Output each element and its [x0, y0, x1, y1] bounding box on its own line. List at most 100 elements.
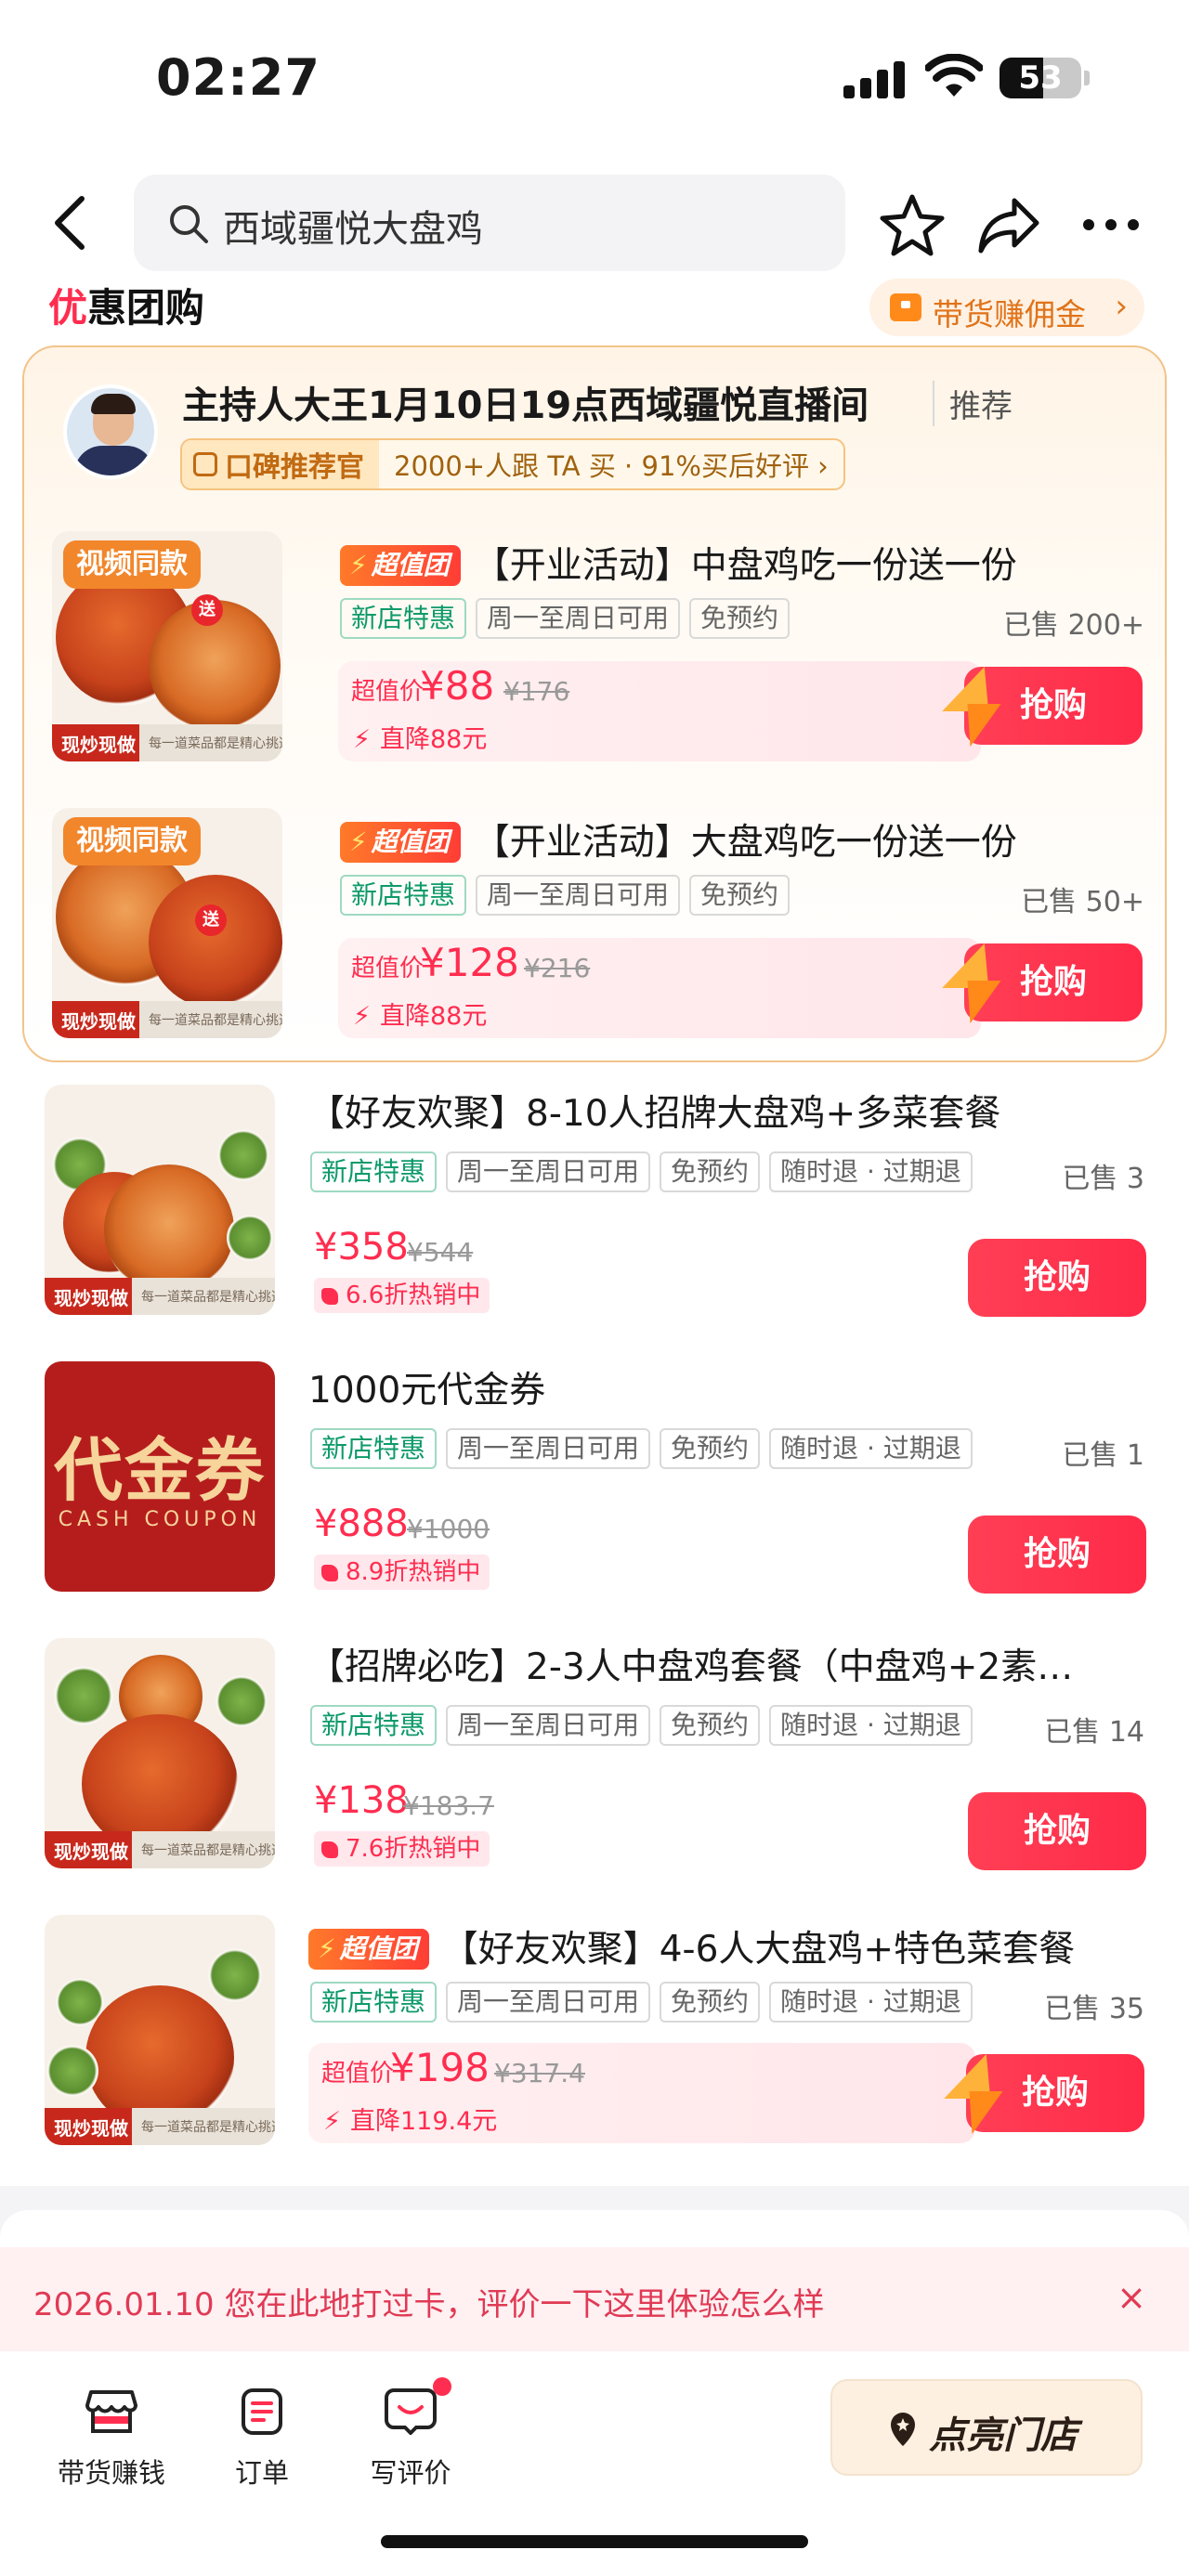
price: ¥358	[314, 1226, 409, 1268]
signal-icon	[843, 61, 907, 98]
video-tag: 视频同款	[63, 540, 201, 589]
sold-count: 已售 3	[1062, 1163, 1144, 1195]
deal-title: 【招牌必吃】2-3人中盘鸡套餐（中盘鸡+2素…	[308, 1646, 1074, 1688]
write-review-button[interactable]: 写评价	[336, 2351, 485, 2509]
super-deal-badge: ⚡ 超值团	[340, 822, 461, 863]
avatar[interactable]	[63, 384, 158, 479]
deal-title: ⚡ 超值团 【开业活动】中盘鸡吃一份送一份	[340, 537, 1017, 589]
deal-title: ⚡ 超值团 【开业活动】大盘鸡吃一份送一份	[340, 813, 1017, 865]
tag-icon	[321, 1841, 338, 1858]
buy-button[interactable]: 抢购	[968, 1792, 1146, 1870]
deal-title: 【好友欢聚】8-10人招牌大盘鸡+多菜套餐	[308, 1093, 1001, 1135]
review-icon	[385, 2388, 437, 2435]
lightning-icon: ⚡	[353, 1002, 371, 1031]
deal-item[interactable]: 现炒现做 每一道菜品都是精心挑选 【好友欢聚】8-10人招牌大盘鸡+多菜套餐 新店…	[45, 1085, 1146, 1317]
deal-thumbnail: 现炒现做 每一道菜品都是精心挑选	[45, 1638, 275, 1868]
bag-icon	[890, 293, 921, 321]
deal-item[interactable]: 现炒现做 每一道菜品都是精心挑选 ⚡ 超值团 【好友欢聚】4-6人大盘鸡+特色菜套餐 …	[45, 1915, 1144, 2147]
discount-text: ⚡ 直降88元	[353, 1002, 488, 1031]
orders-icon	[242, 2388, 282, 2435]
checkin-text: 2026.01.10 您在此地打过卡，评价一下这里体验怎么样	[33, 2286, 825, 2323]
battery-icon: 53	[1000, 58, 1081, 98]
deal-tags: 新店特惠 周一至周日可用 免预约 随时退 · 过期退	[310, 1982, 973, 2023]
sold-count: 已售 1	[1062, 1439, 1144, 1472]
price: ¥88	[420, 663, 495, 709]
price-box: 超值价 ¥88 ¥176 ⚡ 直降88元	[338, 661, 981, 761]
super-deal-badge: ⚡ 超值团	[308, 1929, 429, 1970]
notification-dot	[433, 2377, 451, 2396]
badge-stats: 2000+人跟 TA 买 · 91%买后好评 ›	[394, 450, 829, 482]
search-input[interactable]: 西域疆悦大盘鸡	[134, 175, 845, 271]
location-pin-icon	[891, 2413, 915, 2446]
buy-button[interactable]: 抢购	[968, 1516, 1146, 1594]
deal-thumbnail: 现炒现做 每一道菜品都是精心挑选	[45, 1915, 275, 2145]
buy-button[interactable]: 抢购	[966, 2054, 1144, 2132]
original-price: ¥317.4	[494, 2058, 585, 2088]
home-indicator[interactable]	[381, 2535, 808, 2548]
hot-sale-badge: 6.6折热销中	[314, 1278, 490, 1313]
tag-icon	[321, 1288, 338, 1305]
badge-icon	[193, 452, 217, 476]
buy-button[interactable]: 抢购	[968, 1239, 1146, 1317]
deal-tags: 新店特惠 周一至周日可用 免预约	[340, 875, 790, 916]
original-price: ¥176	[503, 676, 570, 707]
commission-button[interactable]: 带货赚佣金 ›	[869, 279, 1144, 336]
super-deal-badge: ⚡ 超值团	[340, 545, 461, 586]
coupon-thumbnail: 代金券 CASH COUPON	[45, 1361, 275, 1592]
search-text: 西域疆悦大盘鸡	[223, 208, 483, 251]
hot-sale-badge: 7.6折热销中	[314, 1831, 490, 1867]
host-recommendation-card: 主持人大王1月10日19点西域疆悦直播间 推荐 口碑推荐官 2000+人跟 TA…	[22, 345, 1167, 1062]
deal-tags: 新店特惠 周一至周日可用 免预约 随时退 · 过期退	[310, 1151, 973, 1192]
tag-icon	[321, 1565, 338, 1581]
deal-thumbnail: 送 视频同款 现炒现做 每一道菜品都是精心挑选	[52, 808, 282, 1038]
video-tag: 视频同款	[63, 817, 201, 865]
deal-item[interactable]: 送 视频同款 现炒现做 每一道菜品都是精心挑选 ⚡ 超值团 【开业活动】大盘鸡吃一份送…	[52, 808, 1144, 1040]
host-title[interactable]: 主持人大王1月10日19点西域疆悦直播间	[182, 375, 869, 429]
sold-count: 已售 14	[1044, 1716, 1144, 1749]
top-nav: 西域疆悦大盘鸡	[0, 167, 1189, 279]
deal-item[interactable]: 送 视频同款 现炒现做 每一道菜品都是精心挑选 ⚡ 超值团 【开业活动】中盘鸡吃一份送…	[52, 531, 1144, 763]
back-icon[interactable]	[45, 193, 100, 253]
price: ¥138	[314, 1779, 409, 1822]
price: ¥198	[390, 2045, 490, 2090]
earn-button[interactable]: 带货赚钱	[37, 2351, 186, 2509]
more-icon[interactable]	[1078, 191, 1144, 258]
close-icon[interactable]: ×	[1117, 2277, 1146, 2318]
price: ¥128	[420, 940, 519, 985]
wifi-icon	[925, 54, 983, 97]
buy-button[interactable]: 抢购	[964, 667, 1143, 745]
deal-title: 1000元代金券	[308, 1370, 546, 1412]
search-icon	[170, 205, 208, 243]
price: ¥888	[314, 1503, 409, 1545]
light-up-store-button[interactable]: 点亮门店	[830, 2379, 1143, 2476]
hot-sale-badge: 8.9折热销中	[314, 1555, 490, 1590]
section-title: 优惠团购	[48, 285, 205, 331]
host-recommend-label: 推荐	[933, 381, 1013, 426]
discount-text: ⚡ 直降119.4元	[323, 2107, 498, 2136]
deal-thumbnail: 送 视频同款 现炒现做 每一道菜品都是精心挑选	[52, 531, 282, 761]
original-price: ¥1000	[407, 1514, 490, 1544]
lightning-icon: ⚡	[353, 725, 371, 754]
original-price: ¥183.7	[403, 1790, 494, 1821]
deal-item[interactable]: 现炒现做 每一道菜品都是精心挑选 【招牌必吃】2-3人中盘鸡套餐（中盘鸡+2素… …	[45, 1638, 1146, 1870]
price-box: 超值价 ¥128 ¥216 ⚡ 直降88元	[338, 938, 981, 1038]
star-icon[interactable]	[879, 191, 946, 258]
deal-item[interactable]: 代金券 CASH COUPON 1000元代金券 新店特惠 周一至周日可用 免预约随…	[45, 1361, 1146, 1594]
sold-count: 已售 200+	[1003, 609, 1144, 642]
sold-count: 已售 50+	[1021, 886, 1144, 918]
original-price: ¥544	[407, 1237, 474, 1268]
share-icon[interactable]	[975, 191, 1042, 258]
price-box: 超值价 ¥198 ¥317.4 ⚡ 直降119.4元	[308, 2043, 975, 2143]
buy-button[interactable]: 抢购	[964, 943, 1143, 1021]
sold-count: 已售 35	[1044, 1993, 1144, 2025]
deal-title: ⚡ 超值团 【好友欢聚】4-6人大盘鸡+特色菜套餐	[308, 1920, 1075, 1972]
orders-button[interactable]: 订单	[188, 2351, 336, 2509]
checkin-review-banner[interactable]: 2026.01.10 您在此地打过卡，评价一下这里体验怎么样 ×	[0, 2247, 1189, 2351]
lightning-icon: ⚡	[323, 2107, 341, 2136]
deal-tags: 新店特惠 周一至周日可用 免预约	[340, 598, 790, 639]
store-icon	[85, 2390, 137, 2433]
reputation-badge[interactable]: 口碑推荐官 2000+人跟 TA 买 · 91%买后好评 ›	[180, 438, 845, 490]
deal-tags: 新店特惠 周一至周日可用 免预约 随时退 · 过期退	[310, 1705, 973, 1746]
status-bar: 02:27 53	[0, 0, 1189, 158]
original-price: ¥216	[524, 953, 591, 983]
